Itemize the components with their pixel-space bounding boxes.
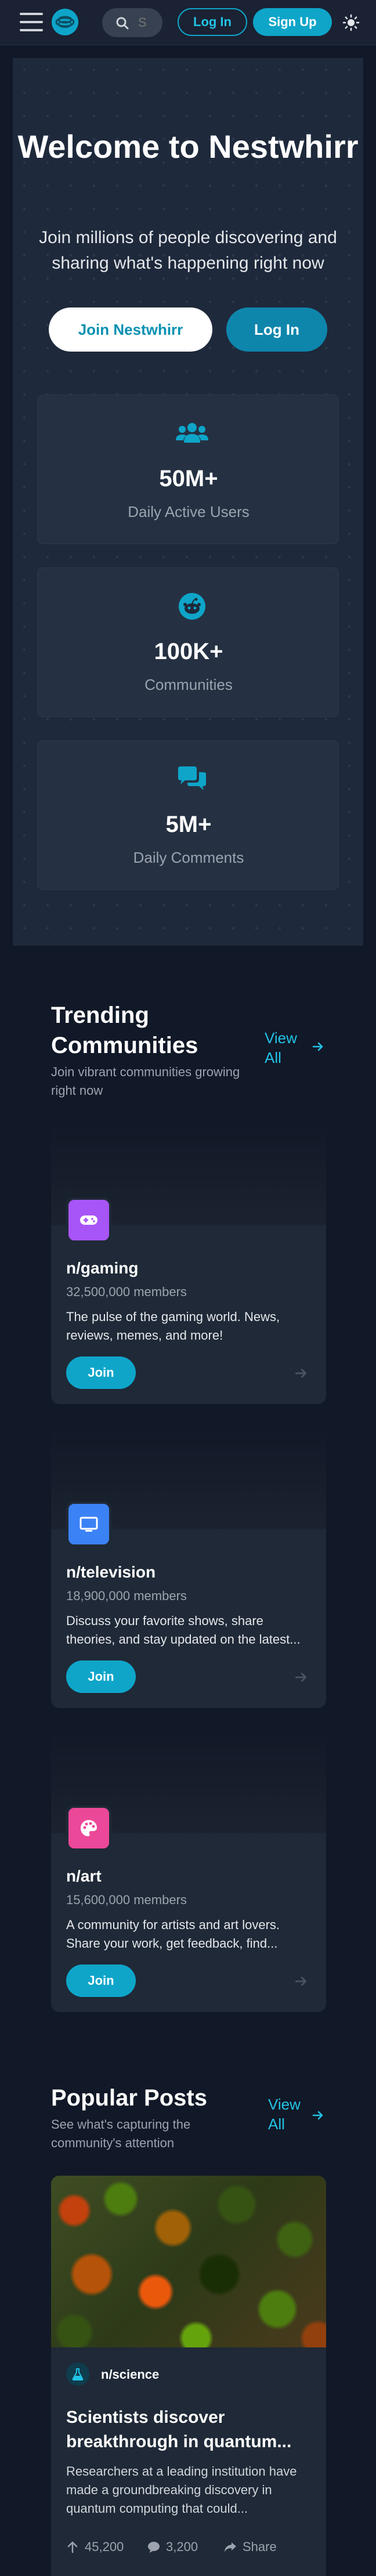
community-avatar	[66, 1197, 111, 1243]
join-community-button[interactable]: Join	[66, 1660, 136, 1693]
community-card-art[interactable]: n/art 15,600,000 members A community for…	[51, 1731, 326, 2012]
join-community-button[interactable]: Join	[66, 1964, 136, 1997]
popular-title: Popular Posts	[51, 2085, 207, 2111]
header-login-button[interactable]: Log In	[178, 8, 247, 36]
arrow-right-icon[interactable]	[294, 1974, 309, 1989]
trending-subtitle: Join vibrant communities growing right n…	[51, 1065, 240, 1098]
trending-view-all-link[interactable]: View All	[265, 1028, 299, 1068]
arrow-right-icon[interactable]	[311, 2108, 325, 2122]
search-input[interactable]	[138, 15, 157, 30]
stat-label: Daily Comments	[133, 849, 244, 866]
community-card-gaming[interactable]: n/gaming 32,500,000 members The pulse of…	[51, 1123, 326, 1404]
join-community-button[interactable]: Join	[66, 1356, 136, 1389]
search-box[interactable]	[102, 8, 162, 37]
share-icon	[225, 2542, 236, 2552]
users-icon	[176, 423, 208, 443]
gamepad-icon	[80, 1215, 97, 1225]
tv-icon	[79, 1517, 98, 1532]
post-card[interactable]: n/science Scientists discover breakthrou…	[51, 2176, 326, 2576]
share-button[interactable]: Share	[224, 2538, 288, 2556]
popular-subtitle: See what's capturing the community's att…	[51, 2117, 191, 2150]
community-avatar	[66, 1502, 111, 1547]
post-title[interactable]: Scientists discover breakthrough in quan…	[66, 2405, 310, 2454]
stat-card-comments: 5M+ Daily Comments	[37, 740, 339, 890]
upvote-button[interactable]: 45,200	[66, 2538, 130, 2556]
community-description: The pulse of the gaming world. News, rev…	[66, 1309, 280, 1343]
arrow-right-icon[interactable]	[294, 1366, 309, 1381]
community-description: A community for artists and art lovers. …	[66, 1917, 280, 1951]
hero-title: Welcome to Nestwhirr	[17, 128, 359, 165]
community-description: Discuss your favorite shows, share theor…	[66, 1613, 301, 1647]
palette-icon	[81, 1820, 97, 1836]
theme-toggle-icon[interactable]	[342, 14, 360, 31]
hero-login-button[interactable]: Log In	[226, 307, 327, 352]
community-card-television[interactable]: n/television 18,900,000 members Discuss …	[51, 1427, 326, 1708]
trending-title: Trending Communities	[51, 1003, 198, 1058]
hero-subtitle: Join millions of people discovering and …	[39, 228, 337, 273]
comment-count: 3,200	[166, 2539, 198, 2554]
comments-button[interactable]: 3,200	[147, 2538, 211, 2556]
header-signup-button[interactable]: Sign Up	[253, 8, 332, 36]
stat-label: Daily Active Users	[128, 503, 250, 520]
popular-view-all-link[interactable]: View All	[268, 2094, 303, 2134]
stat-label: Communities	[144, 676, 233, 693]
arrow-up-icon	[67, 2541, 78, 2553]
menu-icon[interactable]	[20, 10, 43, 34]
community-name[interactable]: n/art	[66, 1867, 102, 1886]
flask-icon	[72, 2368, 84, 2380]
post-actions: 45,200 3,200 Share	[66, 2538, 316, 2556]
share-label: Share	[243, 2539, 277, 2554]
stat-value: 100K+	[154, 639, 223, 664]
top-header: Log In Sign Up	[0, 0, 376, 45]
upvote-count: 45,200	[85, 2539, 124, 2554]
community-avatar	[66, 1806, 111, 1851]
hero-section: Welcome to Nestwhirr Join millions of pe…	[13, 58, 363, 946]
community-members: 18,900,000 members	[66, 1589, 187, 1603]
subreddit-avatar	[66, 2362, 89, 2386]
post-excerpt: Researchers at a leading institution hav…	[66, 2464, 297, 2516]
comment-icon	[148, 2542, 160, 2553]
arrow-right-icon[interactable]	[294, 1670, 309, 1685]
arrow-right-icon[interactable]	[311, 1040, 325, 1054]
community-name[interactable]: n/television	[66, 1563, 156, 1582]
community-members: 15,600,000 members	[66, 1893, 187, 1907]
community-members: 32,500,000 members	[66, 1285, 187, 1299]
community-name[interactable]: n/gaming	[66, 1259, 138, 1278]
join-button[interactable]: Join Nestwhirr	[49, 307, 212, 352]
search-icon	[116, 17, 129, 30]
logo-icon[interactable]	[51, 8, 79, 36]
stat-value: 5M+	[165, 812, 212, 837]
post-image[interactable]	[51, 2176, 326, 2347]
stat-value: 50M+	[159, 466, 218, 491]
reddit-alien-icon	[179, 593, 205, 620]
post-subreddit-link[interactable]: n/science	[101, 2367, 159, 2382]
comments-icon	[178, 766, 206, 790]
stat-card-communities: 100K+ Communities	[37, 567, 339, 717]
stat-card-users: 50M+ Daily Active Users	[37, 395, 339, 544]
